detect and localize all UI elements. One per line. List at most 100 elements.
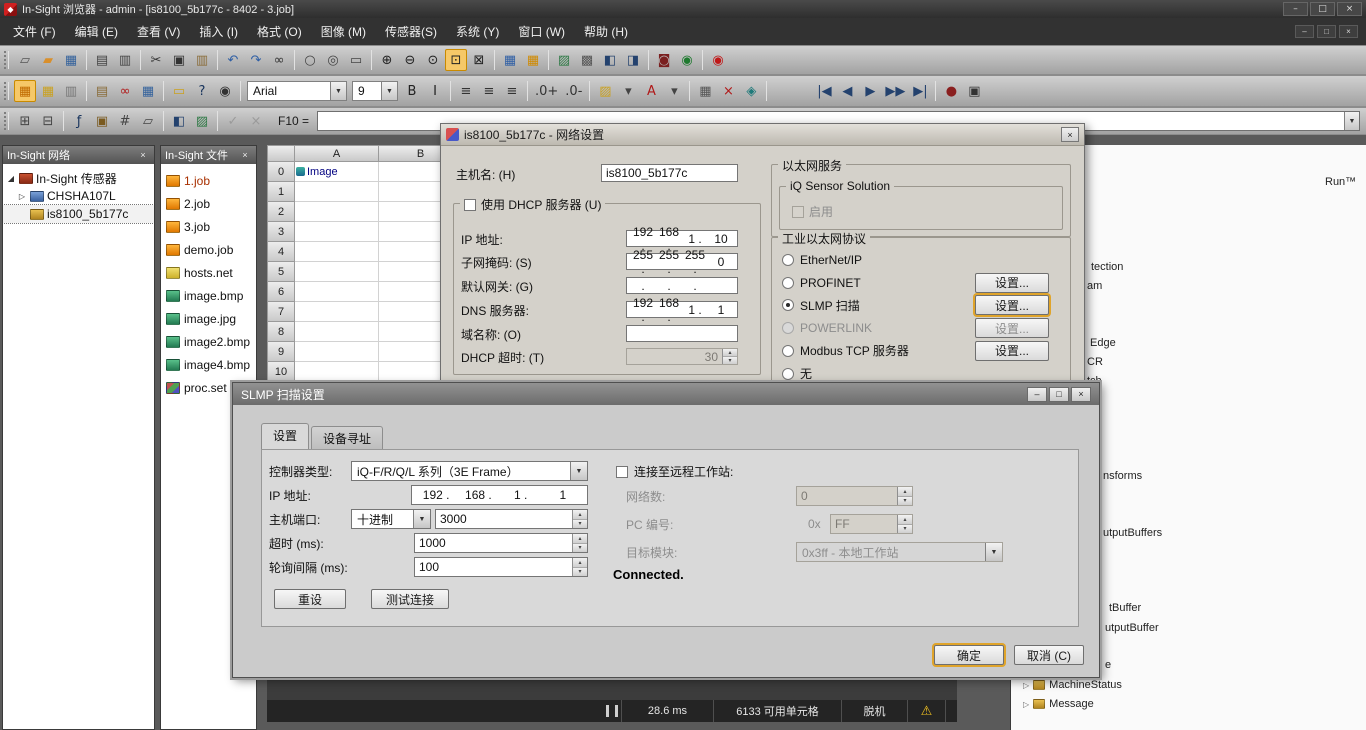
font-color-dropdown-icon[interactable]: ▾: [663, 80, 685, 102]
print-preview-icon[interactable]: ▥: [114, 49, 136, 71]
show-overlay-icon[interactable]: ▩: [576, 49, 598, 71]
tree-item-host[interactable]: ▷ CHSHA107L: [3, 187, 154, 205]
spin-up-icon[interactable]: ▴: [573, 558, 587, 568]
bold-icon[interactable]: B: [401, 80, 423, 102]
insert-table-icon[interactable]: ▦: [522, 49, 544, 71]
spin-down-icon[interactable]: ▾: [573, 544, 587, 553]
row-header-7[interactable]: 7: [267, 302, 295, 322]
palette-item-nsforms[interactable]: nsforms: [1103, 470, 1142, 482]
cell-state-icon[interactable]: ▦: [694, 80, 716, 102]
cell-A2[interactable]: [295, 202, 379, 222]
toolbar-grip[interactable]: [4, 112, 9, 130]
dhcp-checkbox[interactable]: [464, 199, 476, 211]
cell-A4[interactable]: [295, 242, 379, 262]
undo-icon[interactable]: ↶: [222, 49, 244, 71]
format-painter-icon[interactable]: ◈: [740, 80, 762, 102]
settings-button-profinet[interactable]: 设置...: [975, 273, 1049, 293]
chevron-down-icon[interactable]: [1344, 112, 1359, 130]
row-header-2[interactable]: 2: [267, 202, 295, 222]
cell-delete-icon[interactable]: ×: [717, 80, 739, 102]
rect-region-icon[interactable]: ▭: [345, 49, 367, 71]
next-record-icon[interactable]: ▶▶: [882, 80, 908, 102]
comment-icon[interactable]: ▭: [168, 80, 190, 102]
domain-field[interactable]: [626, 325, 738, 342]
show-image-icon[interactable]: ▨: [553, 49, 575, 71]
open-job-icon[interactable]: ▰: [37, 49, 59, 71]
lock-cell-icon[interactable]: ▣: [91, 110, 113, 132]
sheet-corner[interactable]: [267, 145, 295, 162]
close-icon[interactable]: ×: [238, 149, 252, 161]
palette-item-message[interactable]: ▷Message: [1023, 698, 1094, 710]
cell-A6[interactable]: [295, 282, 379, 302]
palette-item-tection[interactable]: tection: [1091, 261, 1123, 273]
snapshot-icon[interactable]: ◙: [653, 49, 675, 71]
chevron-down-icon[interactable]: [413, 510, 430, 528]
menu-system[interactable]: 系统 (Y): [447, 18, 508, 45]
radio-ethernet-ip[interactable]: [782, 254, 794, 266]
zoom-region-icon[interactable]: ⊠: [468, 49, 490, 71]
tab-settings[interactable]: 设置: [261, 423, 309, 449]
palette-item-machinestatus[interactable]: ▷MachineStatus: [1023, 679, 1122, 691]
cell-A1[interactable]: [295, 182, 379, 202]
close-button[interactable]: ×: [1071, 387, 1091, 402]
file-item-3-job[interactable]: 3.job: [161, 215, 256, 238]
minimize-button[interactable]: –: [1027, 387, 1047, 402]
job-tray-icon[interactable]: ▥: [60, 80, 82, 102]
toolbar-grip[interactable]: [4, 82, 9, 100]
insert-sheet-icon[interactable]: ▦: [499, 49, 521, 71]
display-view-icon[interactable]: ◨: [622, 49, 644, 71]
port-base-combo[interactable]: 十进制: [351, 509, 431, 529]
paste-icon[interactable]: ▥: [191, 49, 213, 71]
tree-collapsed-icon[interactable]: ▷: [1023, 700, 1029, 709]
save-job-icon[interactable]: ▦: [60, 49, 82, 71]
font-name-combo[interactable]: Arial: [247, 81, 347, 101]
radio-slmp-scan[interactable]: [782, 299, 794, 311]
import-cells-icon[interactable]: ⊟: [37, 110, 59, 132]
menu-edit[interactable]: 编辑 (E): [66, 18, 127, 45]
edit-region-icon[interactable]: ▱: [137, 110, 159, 132]
cell-A5[interactable]: [295, 262, 379, 282]
row-header-10[interactable]: 10: [267, 362, 295, 382]
spreadsheet-view-icon[interactable]: ▦: [14, 80, 36, 102]
cell-A0[interactable]: Image: [295, 162, 379, 182]
cell-A7[interactable]: [295, 302, 379, 322]
zoom-in-icon[interactable]: ⊕: [376, 49, 398, 71]
chevron-down-icon[interactable]: [330, 82, 346, 100]
first-record-icon[interactable]: |◀: [813, 80, 835, 102]
help-icon[interactable]: ?: [191, 80, 213, 102]
play-records-icon[interactable]: ▶: [859, 80, 881, 102]
menu-file[interactable]: 文件 (F): [4, 18, 65, 45]
close-icon[interactable]: ×: [136, 149, 150, 161]
col-header-A[interactable]: A: [295, 145, 379, 162]
palette-item-run-[interactable]: Run™: [1325, 176, 1356, 188]
restore-button[interactable]: □: [1310, 2, 1335, 16]
cancel-edit-icon[interactable]: ×: [245, 110, 267, 132]
tree-collapsed-icon[interactable]: ▷: [1023, 681, 1029, 690]
palette-item-tbuffer[interactable]: tBuffer: [1109, 602, 1141, 614]
palette-item-am[interactable]: am: [1087, 280, 1102, 292]
slmp-ip-field[interactable]: 192 168 1 1: [411, 485, 588, 505]
ip-address-field[interactable]: 192 168 1 10: [626, 230, 738, 247]
monitor-cell-icon[interactable]: ◧: [168, 110, 190, 132]
mdi-minimize-button[interactable]: –: [1295, 25, 1314, 38]
row-header-4[interactable]: 4: [267, 242, 295, 262]
file-item-2-job[interactable]: 2.job: [161, 192, 256, 215]
palette-item-utputbuffers[interactable]: utputBuffers: [1103, 527, 1162, 539]
row-header-5[interactable]: 5: [267, 262, 295, 282]
last-record-icon[interactable]: ▶|: [909, 80, 931, 102]
file-item-1-job[interactable]: 1.job: [161, 169, 256, 192]
menu-sensor[interactable]: 传感器(S): [376, 18, 446, 45]
row-header-6[interactable]: 6: [267, 282, 295, 302]
radio-profinet[interactable]: [782, 277, 794, 289]
accept-edit-icon[interactable]: ✓: [222, 110, 244, 132]
new-job-icon[interactable]: ▱: [14, 49, 36, 71]
record-icon[interactable]: ●: [940, 80, 962, 102]
chevron-down-icon[interactable]: [570, 462, 587, 480]
subnet-mask-field[interactable]: 255 255 255 0: [626, 253, 738, 270]
spin-up-icon[interactable]: ▴: [573, 510, 587, 520]
find-function-icon[interactable]: ◉: [214, 80, 236, 102]
fill-color-dropdown-icon[interactable]: ▾: [617, 80, 639, 102]
controller-type-combo[interactable]: iQ-F/R/Q/L 系列（3E Frame）: [351, 461, 588, 481]
align-left-icon[interactable]: ≡: [455, 80, 477, 102]
radio-modbus-tcp[interactable]: [782, 345, 794, 357]
